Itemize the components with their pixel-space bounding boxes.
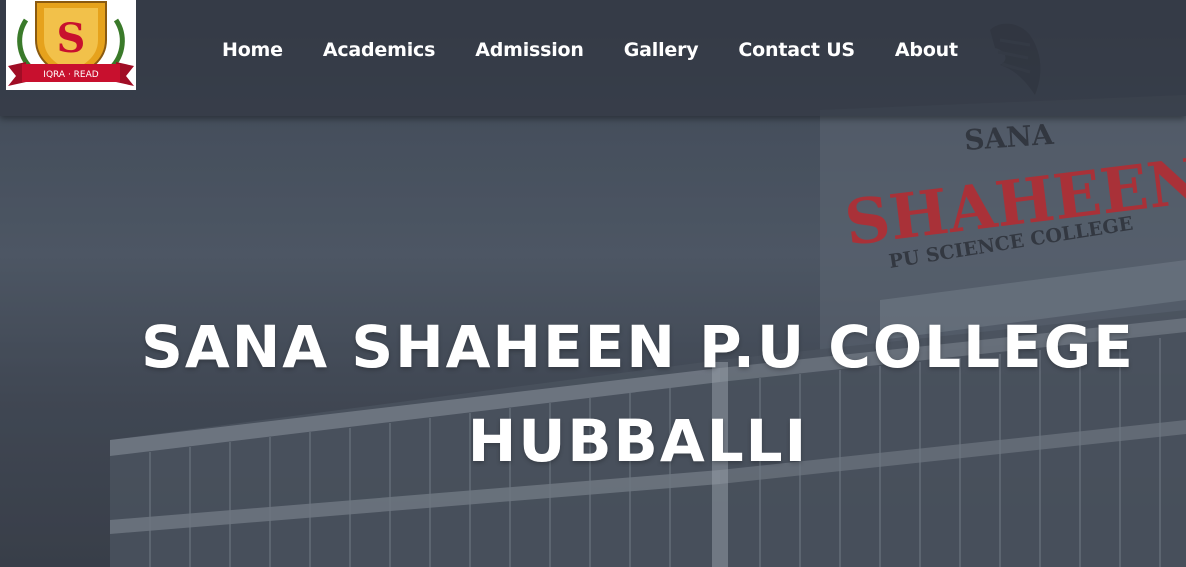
site-header: S IQRA · READ Home Academics Admission G… bbox=[0, 0, 1186, 116]
logo-monogram: S bbox=[57, 15, 86, 62]
nav-admission[interactable]: Admission bbox=[455, 33, 604, 67]
shield-logo-icon: S IQRA · READ bbox=[8, 1, 134, 86]
nav-gallery[interactable]: Gallery bbox=[604, 33, 719, 67]
sign-top-text: SANA bbox=[963, 118, 1056, 157]
college-logo[interactable]: S IQRA · READ bbox=[6, 0, 136, 90]
hero-title-line1: SANA SHAHEEN P.U COLLEGE bbox=[141, 313, 1135, 381]
logo-motto: IQRA · READ bbox=[43, 70, 98, 80]
hero-headline: SANA SHAHEEN P.U COLLEGE HUBBALLI bbox=[90, 300, 1186, 488]
nav-contact-us[interactable]: Contact US bbox=[718, 33, 875, 67]
hero-title-line2: HUBBALLI bbox=[467, 407, 809, 475]
nav-about[interactable]: About bbox=[875, 33, 978, 67]
nav-academics[interactable]: Academics bbox=[303, 33, 455, 67]
main-nav: Home Academics Admission Gallery Contact… bbox=[202, 32, 978, 68]
nav-home[interactable]: Home bbox=[202, 33, 303, 67]
